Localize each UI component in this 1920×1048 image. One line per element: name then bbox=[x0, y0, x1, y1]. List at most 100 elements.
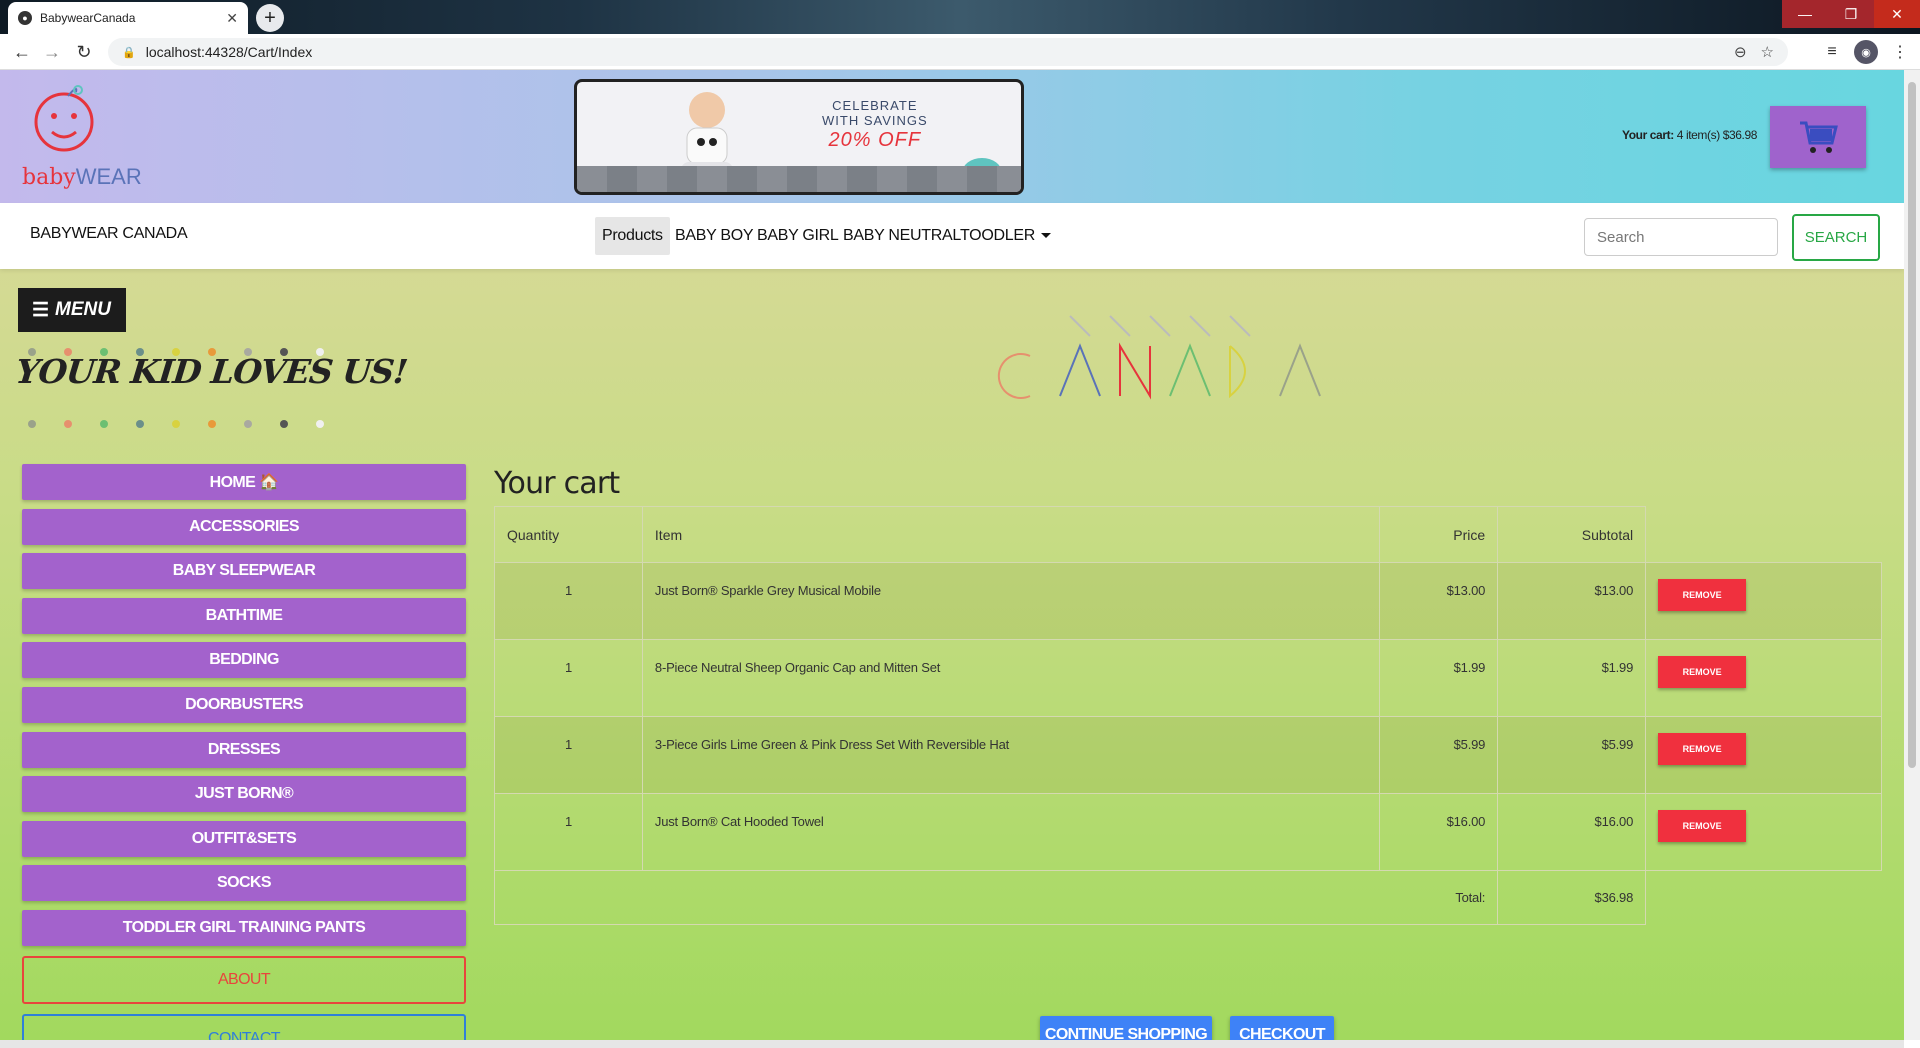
nav-baby-boy[interactable]: BABY BOY bbox=[668, 217, 760, 255]
nav-baby-girl[interactable]: BABY GIRL bbox=[750, 217, 846, 255]
row-subtotal: $16.00 bbox=[1497, 793, 1647, 871]
continue-shopping-button[interactable]: CONTINUE SHOPPING bbox=[1040, 1016, 1212, 1040]
row-subtotal: $5.99 bbox=[1497, 716, 1647, 794]
reload-icon[interactable]: ↻ bbox=[72, 40, 96, 64]
tagline: YOUR KID LOVES US! bbox=[13, 352, 409, 391]
new-tab-button[interactable]: + bbox=[256, 4, 284, 32]
row-actions: REMOVE bbox=[1645, 793, 1882, 871]
row-quantity: 1 bbox=[494, 716, 643, 794]
promo-floor bbox=[577, 166, 1021, 192]
profile-avatar[interactable]: ◉ bbox=[1854, 40, 1878, 64]
row-subtotal: $13.00 bbox=[1497, 562, 1647, 640]
search-input[interactable] bbox=[1584, 218, 1778, 256]
main-navbar: BABYWEAR CANADA Products BABY BOY BABY G… bbox=[0, 203, 1904, 269]
brand-link[interactable]: BABYWEAR CANADA bbox=[30, 225, 188, 243]
logo-wordmark: babyWEAR bbox=[22, 164, 142, 190]
header-banner: babyWEAR CELEBRATE WITH SAVINGS 20% OFF … bbox=[0, 70, 1904, 203]
category-accessories[interactable]: ACCESSORIES bbox=[22, 508, 466, 545]
shopping-cart-icon bbox=[1800, 121, 1838, 153]
category-toddler-girl-training-pants[interactable]: TODDLER GIRL TRAINING PANTS bbox=[22, 909, 466, 946]
nav-products[interactable]: Products bbox=[595, 217, 670, 255]
row-quantity: 1 bbox=[494, 562, 643, 640]
column-quantity: Quantity bbox=[494, 506, 643, 563]
total-row: Total: $36.98 bbox=[493, 870, 1882, 925]
search-button[interactable]: SEARCH bbox=[1792, 214, 1880, 261]
reading-list-icon[interactable]: ≡ bbox=[1820, 40, 1844, 64]
horizontal-scrollbar[interactable] bbox=[0, 1040, 1904, 1048]
row-price: $5.99 bbox=[1379, 716, 1499, 794]
lock-icon[interactable]: 🔒 bbox=[122, 46, 136, 59]
category-bedding[interactable]: BEDDING bbox=[22, 642, 466, 679]
minimize-button[interactable]: — bbox=[1782, 0, 1828, 28]
cart-table: Quantity Item Price Subtotal 1 Just Born… bbox=[493, 506, 1882, 925]
table-row: 1 3-Piece Girls Lime Green & Pink Dress … bbox=[494, 716, 1882, 794]
promo-text: CELEBRATE WITH SAVINGS 20% OFF bbox=[822, 98, 928, 151]
table-header-row: Quantity Item Price Subtotal bbox=[494, 506, 1882, 563]
caret-down-icon bbox=[1040, 233, 1051, 239]
column-price: Price bbox=[1379, 506, 1499, 563]
remove-button[interactable]: REMOVE bbox=[1658, 579, 1747, 611]
row-actions: REMOVE bbox=[1645, 562, 1882, 640]
total-value: $36.98 bbox=[1497, 870, 1647, 925]
browser-toolbar: ← → ↻ 🔒 localhost:44328/Cart/Index ⊖ ☆ ≡… bbox=[0, 34, 1920, 70]
forward-icon[interactable]: → bbox=[40, 40, 64, 64]
category-home[interactable]: HOME 🏠 bbox=[22, 464, 466, 500]
table-row: 1 8-Piece Neutral Sheep Organic Cap and … bbox=[494, 639, 1882, 717]
remove-button[interactable]: REMOVE bbox=[1658, 656, 1747, 688]
category-outfit-sets[interactable]: OUTFIT&SETS bbox=[22, 820, 466, 857]
column-subtotal: Subtotal bbox=[1497, 506, 1647, 563]
browser-tab[interactable]: ● BabywearCanada ✕ bbox=[8, 2, 248, 34]
tab-title: BabywearCanada bbox=[40, 11, 136, 25]
row-subtotal: $1.99 bbox=[1497, 639, 1647, 717]
address-bar[interactable]: 🔒 localhost:44328/Cart/Index ⊖ ☆ bbox=[108, 38, 1788, 66]
decorative-dots-bottom bbox=[28, 420, 352, 428]
remove-button[interactable]: REMOVE bbox=[1658, 810, 1747, 842]
restore-button[interactable]: ❐ bbox=[1828, 0, 1874, 28]
promo-banner[interactable]: CELEBRATE WITH SAVINGS 20% OFF bbox=[574, 79, 1024, 195]
row-actions: REMOVE bbox=[1645, 639, 1882, 717]
cart-button[interactable] bbox=[1770, 106, 1866, 168]
row-actions: REMOVE bbox=[1645, 716, 1882, 794]
row-quantity: 1 bbox=[494, 639, 643, 717]
close-window-button[interactable]: ✕ bbox=[1874, 0, 1920, 28]
total-label: Total: bbox=[493, 870, 1499, 925]
zoom-icon[interactable]: ⊖ bbox=[1734, 43, 1747, 61]
category-socks[interactable]: SOCKS bbox=[22, 865, 466, 902]
scrollbar-thumb[interactable] bbox=[1908, 82, 1916, 768]
nav-baby-neutral[interactable]: BABY NEUTRAL bbox=[836, 217, 968, 255]
back-icon[interactable]: ← bbox=[10, 40, 34, 64]
category-baby-sleepwear[interactable]: BABY SLEEPWEAR bbox=[22, 553, 466, 590]
category-list: HOME 🏠 ACCESSORIES BABY SLEEPWEAR BATHTI… bbox=[22, 464, 466, 955]
decorative-logo-outline bbox=[997, 315, 1321, 400]
row-price: $1.99 bbox=[1379, 639, 1499, 717]
row-item: 8-Piece Neutral Sheep Organic Cap and Mi… bbox=[641, 639, 1381, 717]
browser-menu-icon[interactable]: ⋮ bbox=[1888, 40, 1912, 64]
checkout-button[interactable]: CHECKOUT bbox=[1230, 1016, 1334, 1040]
url-text: localhost:44328/Cart/Index bbox=[145, 44, 313, 60]
contact-button[interactable]: CONTACT bbox=[22, 1014, 466, 1040]
table-row: 1 Just Born® Cat Hooded Towel $16.00 $16… bbox=[494, 793, 1882, 871]
vertical-scrollbar[interactable] bbox=[1904, 70, 1920, 1040]
about-button[interactable]: ABOUT bbox=[22, 956, 466, 1004]
row-quantity: 1 bbox=[494, 793, 643, 871]
remove-button[interactable]: REMOVE bbox=[1658, 733, 1747, 765]
row-price: $13.00 bbox=[1379, 562, 1499, 640]
cart-summary: Your cart: 4 item(s) $36.98 bbox=[1622, 128, 1758, 142]
page-content: babyWEAR CELEBRATE WITH SAVINGS 20% OFF … bbox=[0, 70, 1904, 1040]
category-bathtime[interactable]: BATHTIME bbox=[22, 597, 466, 634]
column-item: Item bbox=[641, 506, 1381, 563]
hamburger-icon: ☰ bbox=[32, 299, 50, 321]
category-just-born[interactable]: JUST BORN® bbox=[22, 776, 466, 813]
category-doorbusters[interactable]: DOORBUSTERS bbox=[22, 686, 466, 723]
close-tab-icon[interactable]: ✕ bbox=[226, 10, 238, 27]
table-row: 1 Just Born® Sparkle Grey Musical Mobile… bbox=[494, 562, 1882, 640]
category-dresses[interactable]: DRESSES bbox=[22, 731, 466, 768]
row-item: 3-Piece Girls Lime Green & Pink Dress Se… bbox=[641, 716, 1381, 794]
row-item: Just Born® Sparkle Grey Musical Mobile bbox=[641, 562, 1381, 640]
row-price: $16.00 bbox=[1379, 793, 1499, 871]
row-item: Just Born® Cat Hooded Towel bbox=[641, 793, 1381, 871]
menu-toggle-button[interactable]: ☰ MENU bbox=[18, 288, 126, 332]
nav-toodler-dropdown[interactable]: TOODLER bbox=[953, 217, 1058, 255]
favicon-icon: ● bbox=[18, 11, 32, 25]
bookmark-star-icon[interactable]: ☆ bbox=[1761, 43, 1774, 61]
